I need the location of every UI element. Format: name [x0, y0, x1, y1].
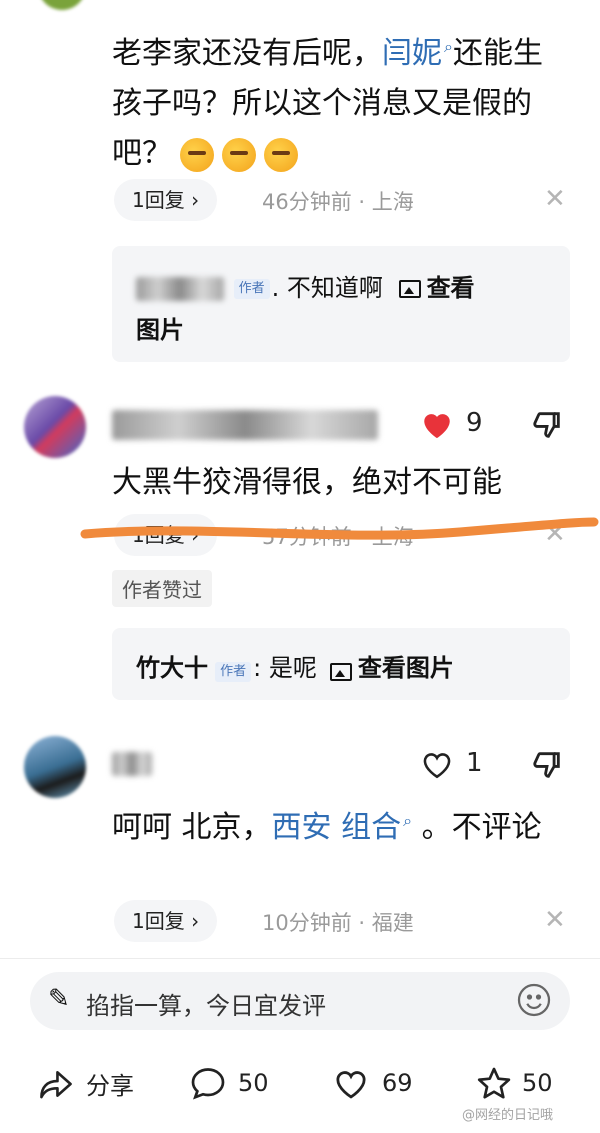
author-badge: 作者 [215, 661, 252, 682]
timestamp-location: 10分钟前 · 福建 [262, 911, 414, 935]
emoji-picker-icon[interactable] [516, 982, 552, 1022]
mention-link[interactable]: 西安 组合 ⌕ [272, 810, 413, 845]
author-liked-tag: 作者赞过 [112, 570, 212, 607]
input-placeholder: 掐指一算，今日宜发评 [86, 992, 326, 1020]
watermark: @网经的日记哦 [462, 1108, 554, 1123]
reply-text: . 不知道啊 [271, 274, 383, 302]
underline-annotation [80, 517, 599, 540]
reply-count-button[interactable]: 1回复 › [114, 179, 218, 221]
view-image-link-continued[interactable]: 图片 [136, 310, 184, 345]
emoji-icon [222, 137, 256, 172]
like-count: 1 [466, 748, 483, 778]
divider [0, 958, 600, 959]
likes-count: 69 [382, 1069, 413, 1097]
reply-count-button[interactable]: 1回复 › [114, 900, 218, 942]
mention-link[interactable]: 闫妮 ⌕ [382, 36, 453, 71]
avatar[interactable] [38, 0, 86, 10]
like-button[interactable]: 69 [332, 1066, 413, 1100]
favorites-count: 50 [522, 1069, 553, 1097]
dislike-icon[interactable] [530, 408, 564, 446]
view-image-link[interactable]: 查看 [427, 274, 475, 302]
comment-input[interactable]: ✎ 掐指一算，今日宜发评 [30, 972, 570, 1030]
close-icon[interactable]: ✕ [544, 184, 566, 214]
share-label: 分享 [86, 1072, 134, 1100]
comments-button[interactable]: 50 [190, 1066, 269, 1100]
heart-outline-icon[interactable] [420, 748, 454, 784]
blurred-username [112, 752, 152, 776]
heart-icon[interactable] [420, 408, 454, 444]
reply-username[interactable]: 竹大十 [136, 654, 208, 682]
emoji-icon [180, 137, 214, 172]
comment-text: 老李家还没有后呢，闫妮 ⌕还能生孩子吗？所以这个消息又是假的吧？ [112, 36, 543, 172]
author-badge: 作者 [233, 279, 270, 299]
heart-outline-icon [336, 1071, 366, 1099]
like-count: 9 [466, 408, 483, 438]
share-icon [40, 1070, 72, 1098]
image-icon [398, 280, 421, 298]
close-icon[interactable]: ✕ [544, 905, 566, 935]
favorite-button[interactable]: 50 [476, 1066, 553, 1100]
dislike-icon[interactable] [530, 748, 564, 786]
reply-preview[interactable]: 竹大十 作者: 是呢 查看图片 [112, 628, 570, 700]
avatar[interactable] [24, 736, 86, 798]
timestamp-location: 46分钟前 · 上海 [262, 190, 414, 214]
star-icon [477, 1067, 511, 1099]
comment-text: 呵呵 北京，西安 组合 ⌕ 。不评论 [112, 810, 542, 845]
avatar[interactable] [24, 396, 86, 458]
blurred-username [112, 410, 378, 440]
comment-text: 大黑牛狡滑得很，绝对不可能 [112, 465, 502, 500]
reply-preview[interactable]: 作者. 不知道啊 查看 图片 [112, 246, 570, 362]
comment-bubble-icon [191, 1068, 225, 1100]
emoji-icon [264, 137, 298, 172]
blurred-username [136, 277, 224, 301]
reply-text: : 是呢 [253, 654, 317, 682]
view-image-link[interactable]: 查看图片 [358, 654, 454, 682]
search-icon: ⌕ [444, 37, 453, 56]
pen-icon: ✎ [48, 984, 70, 1014]
comments-count: 50 [238, 1069, 269, 1097]
share-button[interactable]: 分享 [38, 1066, 134, 1101]
search-icon: ⌕ [403, 811, 413, 830]
image-icon [329, 662, 352, 681]
